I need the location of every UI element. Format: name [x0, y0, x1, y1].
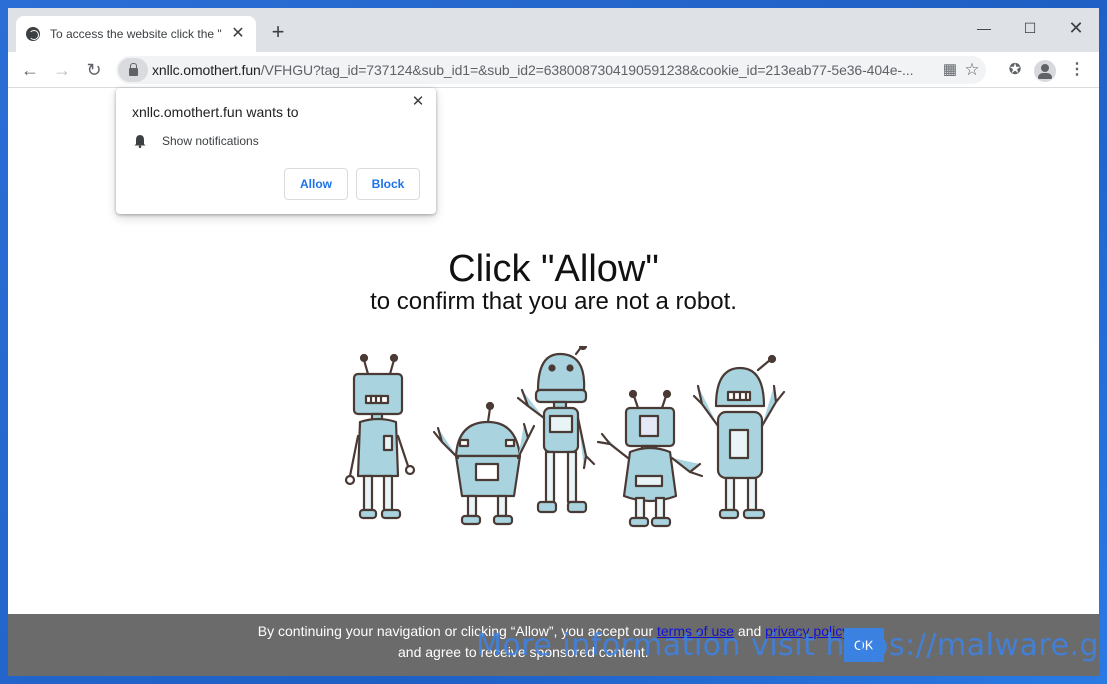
back-arrow-icon[interactable]: ← — [16, 56, 44, 84]
allow-button[interactable]: Allow — [284, 168, 348, 200]
forward-arrow-icon[interactable]: → — [48, 56, 76, 84]
tab-title: To access the website click the "A — [50, 27, 222, 41]
prompt-title: xnllc.omothert.fun wants to — [132, 104, 299, 120]
watermark-text: More information visit https://malware.g… — [476, 628, 1099, 663]
robots-illustration — [344, 346, 786, 528]
maximize-button[interactable]: ☐ — [1007, 14, 1053, 42]
url-domain: xnllc.omothert.fun — [152, 62, 261, 78]
close-window-button[interactable]: ✕ — [1053, 14, 1099, 42]
notification-permission-prompt: xnllc.omothert.fun wants to ✕ Show notif… — [116, 88, 436, 214]
url-text[interactable]: xnllc.omothert.fun/VFHGU?tag_id=737124&s… — [152, 62, 927, 78]
robot-1 — [344, 353, 416, 520]
globe-icon — [26, 27, 40, 41]
url-path: /VFHGU?tag_id=737124&sub_id1=&sub_id2=63… — [260, 62, 914, 78]
star-icon[interactable]: ☆ — [962, 60, 982, 80]
prompt-close-icon[interactable]: ✕ — [410, 94, 426, 110]
qr-code-icon[interactable]: ▦ — [940, 60, 960, 80]
page-subline: to confirm that you are not a robot. — [370, 288, 737, 315]
tab-strip: To access the website click the "A ✕ + —… — [8, 8, 1099, 52]
bell-icon — [134, 135, 146, 148]
browser-toolbar: ← → ↻ xnllc.omothert.fun/VFHGU?tag_id=73… — [8, 52, 1099, 88]
tab-close-icon[interactable]: ✕ — [230, 26, 246, 42]
new-tab-button[interactable]: + — [266, 20, 290, 44]
permission-label: Show notifications — [162, 134, 259, 148]
page-headline: Click "Allow" — [448, 248, 659, 290]
lock-icon — [128, 62, 138, 76]
profile-avatar-icon[interactable] — [1034, 60, 1056, 82]
robot-4 — [596, 389, 704, 528]
block-button[interactable]: Block — [356, 168, 420, 200]
browser-window: To access the website click the "A ✕ + —… — [8, 8, 1099, 676]
site-info-button[interactable] — [118, 58, 148, 82]
reload-icon[interactable]: ↻ — [80, 56, 108, 84]
puzzle-piece-icon[interactable]: ✪ — [1005, 60, 1025, 80]
minimize-button[interactable]: — — [961, 14, 1007, 42]
browser-tab[interactable]: To access the website click the "A ✕ — [16, 16, 256, 52]
robot-5 — [692, 354, 786, 520]
robot-3 — [516, 346, 596, 514]
address-bar[interactable]: xnllc.omothert.fun/VFHGU?tag_id=737124&s… — [116, 56, 986, 84]
kebab-menu-icon[interactable]: ⋮ — [1069, 60, 1085, 80]
robot-2 — [432, 401, 536, 526]
